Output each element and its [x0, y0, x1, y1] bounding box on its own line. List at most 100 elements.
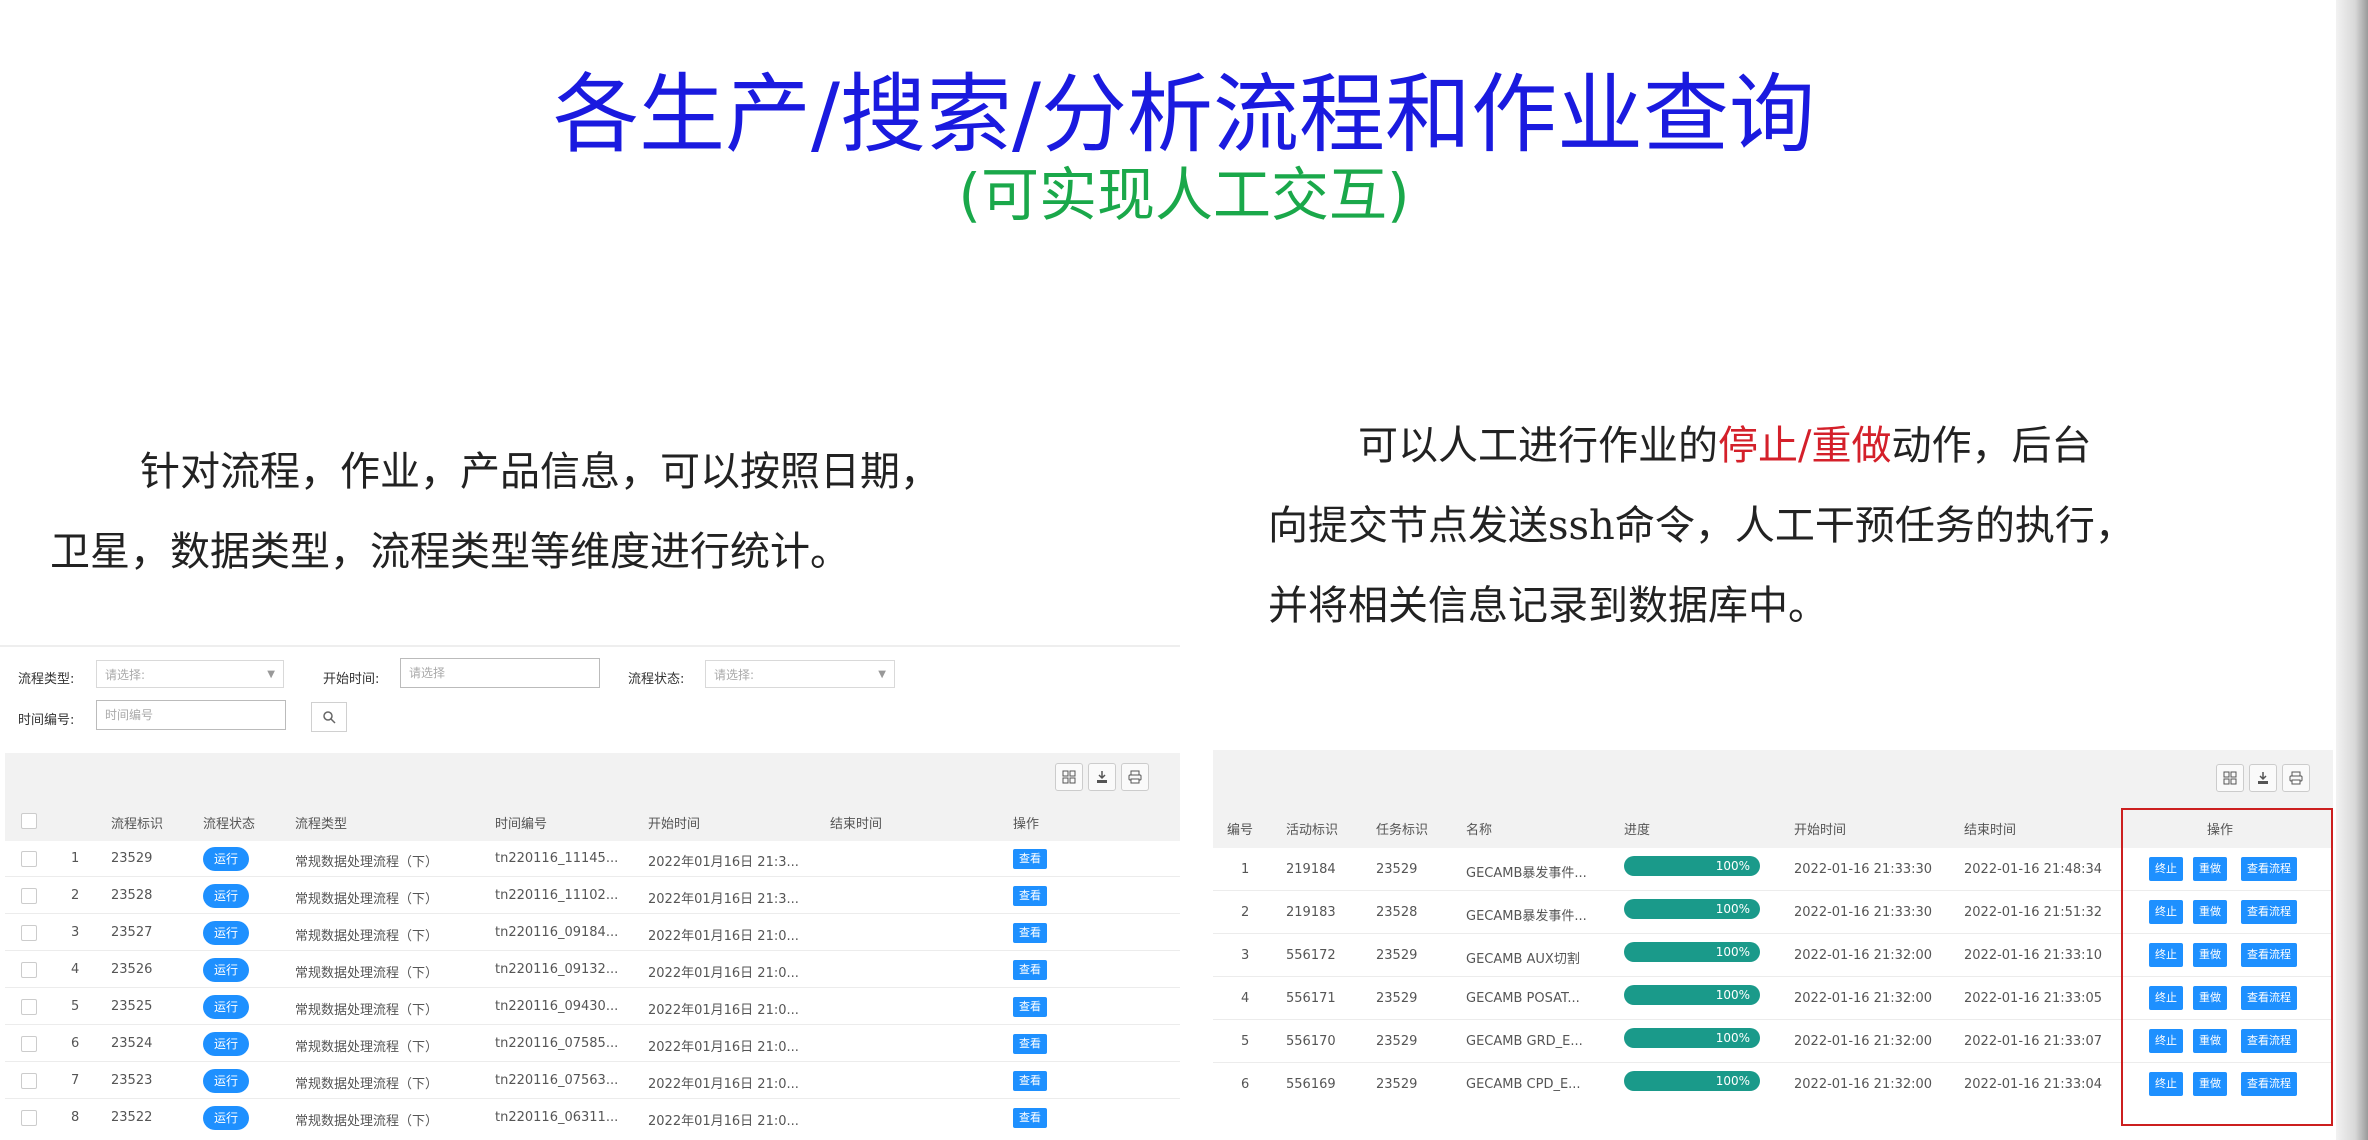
row-checkbox[interactable] — [21, 1073, 37, 1089]
search-button[interactable] — [311, 702, 347, 732]
grid-icon — [2223, 771, 2237, 785]
status-badge: 运行 — [203, 1032, 249, 1056]
view-button[interactable]: 查看 — [1013, 849, 1047, 869]
row-time-id: tn220116_11145... — [495, 851, 619, 866]
time-id-input[interactable]: 时间编号 — [96, 700, 286, 730]
row-end-time: 2022-01-16 21:33:04 — [1964, 1077, 2103, 1092]
row-start-time: 2022年01月16日 21:3... — [648, 855, 799, 870]
start-time-input[interactable]: 请选择 — [400, 658, 600, 688]
flow-status-select[interactable]: 请选择: ▼ — [705, 660, 895, 688]
status-badge: 运行 — [203, 1069, 249, 1093]
row-checkbox[interactable] — [21, 999, 37, 1015]
view-button[interactable]: 查看 — [1013, 1034, 1047, 1054]
print-button[interactable] — [1121, 763, 1149, 791]
row-time-id: tn220116_06311... — [495, 1110, 619, 1125]
progress-track: 100% — [1624, 856, 1760, 876]
progress-bar: 100% — [1624, 985, 1760, 1005]
flow-status-placeholder: 请选择: — [714, 668, 755, 682]
row-index: 8 — [71, 1110, 80, 1125]
row-start-time: 2022-01-16 21:32:00 — [1794, 1077, 1933, 1092]
search-icon — [323, 711, 336, 724]
row-index: 3 — [71, 925, 80, 940]
row-start-time: 2022-01-16 21:32:00 — [1794, 991, 1933, 1006]
row-flow-type: 常规数据处理流程（下） — [295, 1040, 439, 1055]
progress-track: 100% — [1624, 1028, 1760, 1048]
progress-bar: 100% — [1624, 899, 1760, 919]
select-all-checkbox[interactable] — [21, 813, 37, 829]
table-row[interactable]: 1 23529 运行 常规数据处理流程（下） tn220116_11145...… — [5, 841, 1180, 877]
progress-track: 100% — [1624, 899, 1760, 919]
table-row[interactable]: 7 23523 运行 常规数据处理流程（下） tn220116_07563...… — [5, 1063, 1180, 1099]
grid-view-button[interactable] — [2216, 764, 2244, 792]
row-flow-id: 23527 — [111, 925, 153, 940]
right-desc-line2: 向提交节点发送ssh命令，人工干预任务的执行， — [1268, 503, 2135, 549]
row-no: 5 — [1241, 1034, 1250, 1049]
status-badge: 运行 — [203, 958, 249, 982]
row-start-time: 2022-01-16 21:33:30 — [1794, 905, 1933, 920]
row-divider — [5, 876, 1180, 877]
col-flow-status: 流程状态 — [203, 817, 256, 832]
status-badge: 运行 — [203, 1106, 249, 1130]
col-flow-id: 流程标识 — [111, 817, 164, 832]
row-divider — [5, 1098, 1180, 1099]
row-start-time: 2022年01月16日 21:0... — [648, 1077, 799, 1092]
job-table-toolbar — [1213, 750, 2333, 806]
view-button[interactable]: 查看 — [1013, 997, 1047, 1017]
row-activity-id: 219184 — [1286, 862, 1336, 877]
row-divider — [5, 987, 1180, 988]
progress-bar: 100% — [1624, 1071, 1760, 1091]
grid-view-button[interactable] — [1055, 763, 1083, 791]
view-button[interactable]: 查看 — [1013, 886, 1047, 906]
row-checkbox[interactable] — [21, 888, 37, 904]
print-button[interactable] — [2282, 764, 2310, 792]
row-time-id: tn220116_07563... — [495, 1073, 619, 1088]
row-checkbox[interactable] — [21, 962, 37, 978]
progress-bar: 100% — [1624, 856, 1760, 876]
export-button[interactable] — [1088, 763, 1116, 791]
row-activity-id: 556171 — [1286, 991, 1336, 1006]
table-row[interactable]: 5 23525 运行 常规数据处理流程（下） tn220116_09430...… — [5, 989, 1180, 1025]
row-checkbox[interactable] — [21, 925, 37, 941]
operation-column-highlight-frame — [2121, 808, 2333, 1126]
table-row[interactable]: 6 23524 运行 常规数据处理流程（下） tn220116_07585...… — [5, 1026, 1180, 1062]
table-row[interactable]: 4 23526 运行 常规数据处理流程（下） tn220116_09132...… — [5, 952, 1180, 988]
row-time-id: tn220116_09132... — [495, 962, 619, 977]
row-name: GECAMB暴发事件... — [1466, 909, 1587, 924]
row-index: 7 — [71, 1073, 80, 1088]
view-button[interactable]: 查看 — [1013, 960, 1047, 980]
view-button[interactable]: 查看 — [1013, 1108, 1047, 1128]
progress-bar: 100% — [1624, 942, 1760, 962]
view-button[interactable]: 查看 — [1013, 1071, 1047, 1091]
col-end-time: 结束时间 — [1964, 823, 2017, 838]
flow-type-select[interactable]: 请选择: ▼ — [96, 660, 284, 688]
table-row[interactable]: 3 23527 运行 常规数据处理流程（下） tn220116_09184...… — [5, 915, 1180, 951]
row-time-id: tn220116_09184... — [495, 925, 619, 940]
view-button[interactable]: 查看 — [1013, 923, 1047, 943]
flow-status-label: 流程状态: — [628, 672, 685, 687]
row-checkbox[interactable] — [21, 851, 37, 867]
row-activity-id: 556170 — [1286, 1034, 1336, 1049]
col-no: 编号 — [1227, 823, 1254, 838]
start-time-label: 开始时间: — [323, 672, 380, 687]
col-name: 名称 — [1466, 823, 1493, 838]
row-flow-id: 23525 — [111, 999, 153, 1014]
row-index: 1 — [71, 851, 80, 866]
flow-type-label: 流程类型: — [18, 672, 75, 687]
row-index: 6 — [71, 1036, 80, 1051]
slide-subtitle: (可实现人工交互) — [958, 161, 1410, 229]
row-no: 2 — [1241, 905, 1250, 920]
table-row[interactable]: 8 23522 运行 常规数据处理流程（下） tn220116_06311...… — [5, 1100, 1180, 1136]
table-row[interactable]: 2 23528 运行 常规数据处理流程（下） tn220116_11102...… — [5, 878, 1180, 914]
row-no: 3 — [1241, 948, 1250, 963]
export-button[interactable] — [2249, 764, 2277, 792]
row-divider — [5, 1024, 1180, 1025]
row-checkbox[interactable] — [21, 1036, 37, 1052]
right-desc-line1-highlight: 停止/重做 — [1718, 423, 1892, 469]
print-icon — [2289, 771, 2303, 785]
status-badge: 运行 — [203, 847, 249, 871]
col-progress: 进度 — [1624, 823, 1651, 838]
table-toolbar — [5, 753, 1180, 801]
print-icon — [1128, 770, 1142, 784]
row-flow-type: 常规数据处理流程（下） — [295, 1003, 439, 1018]
row-checkbox[interactable] — [21, 1110, 37, 1126]
